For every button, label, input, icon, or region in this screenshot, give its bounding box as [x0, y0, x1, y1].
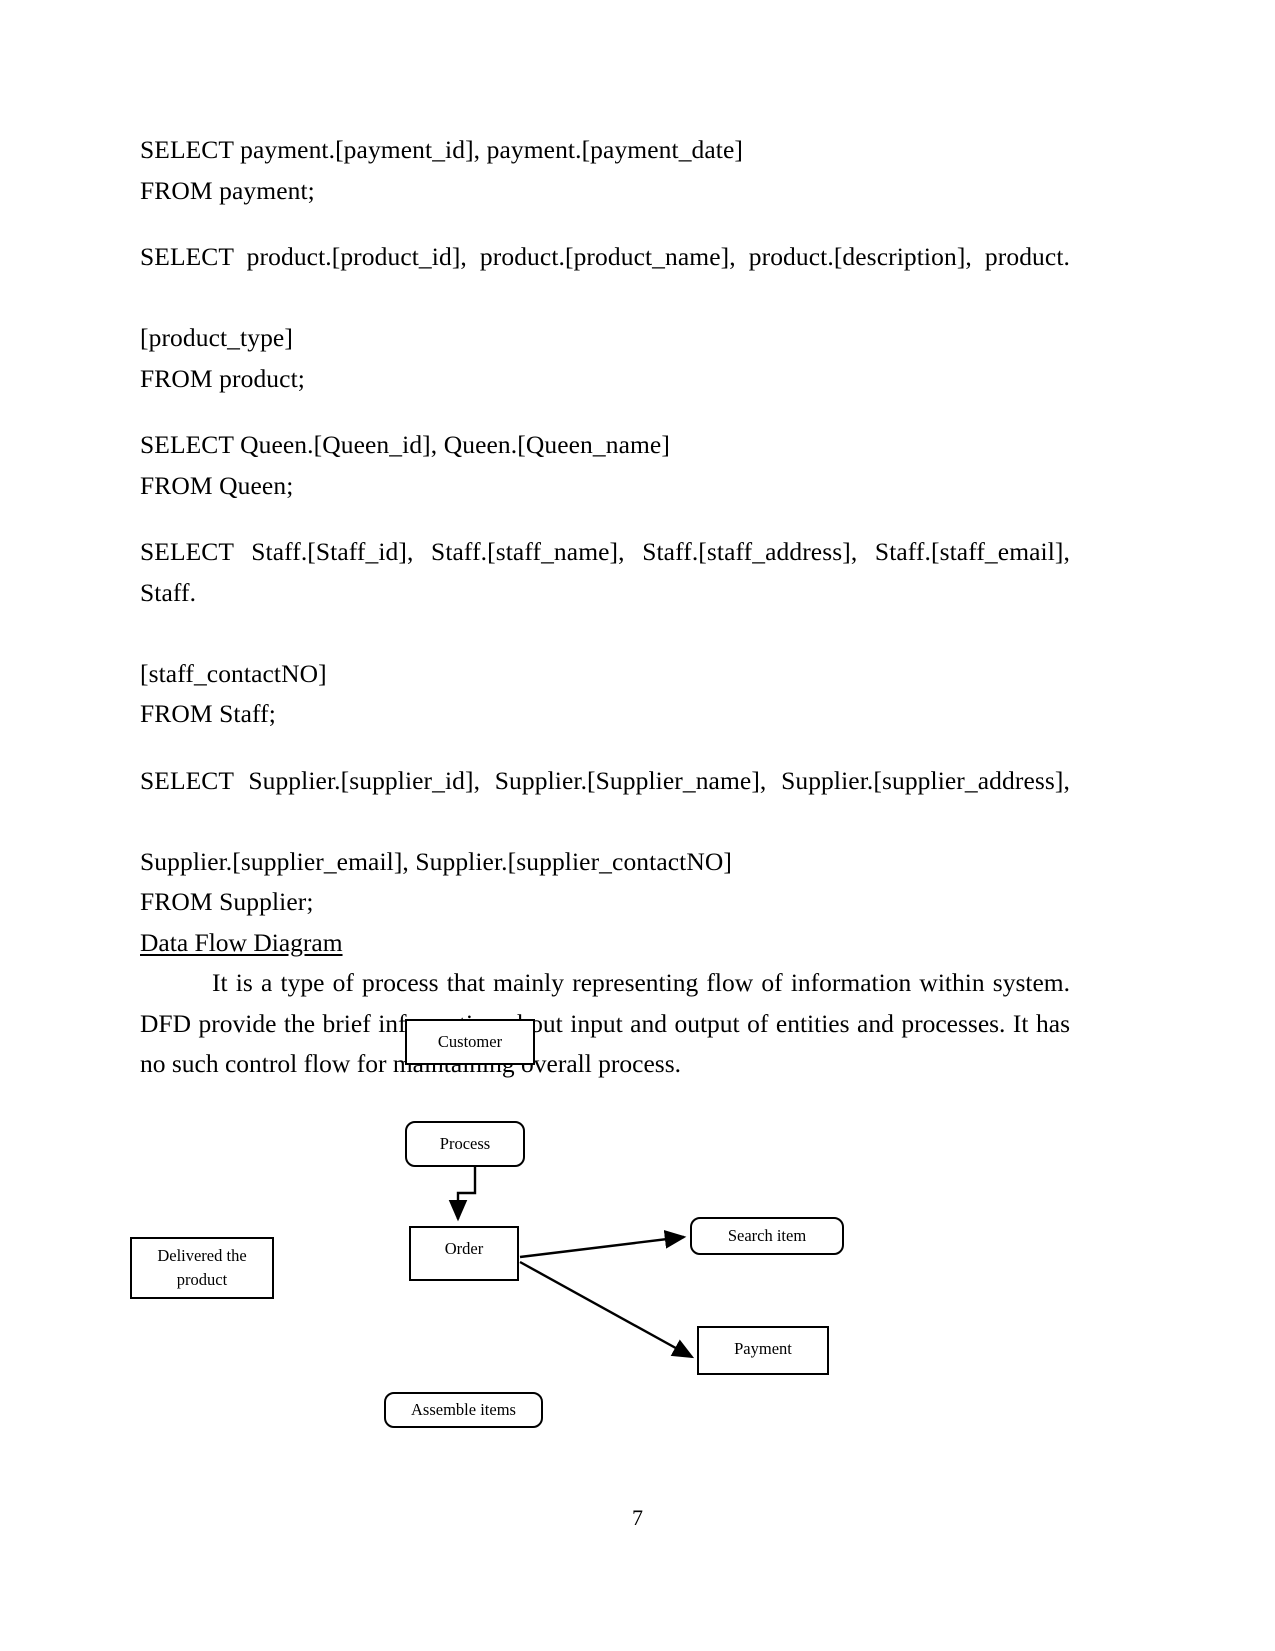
- sql-select-continuation: Supplier.[supplier_email], Supplier.[sup…: [140, 846, 732, 876]
- sql-select-continuation: [staff_contactNO]: [140, 658, 327, 688]
- diagram-node-search-item[interactable]: Search item: [690, 1217, 844, 1255]
- section-heading-data-flow-diagram: Data Flow Diagram: [140, 927, 343, 957]
- edge-order-to-payment: [519, 1260, 695, 1359]
- sql-select-continuation: [product_type]: [140, 323, 293, 352]
- edge-order-to-search-item: [519, 1230, 687, 1259]
- sql-from-line: FROM Queen;: [140, 470, 294, 500]
- sql-select-line: SELECT payment.[payment_id], payment.[pa…: [140, 135, 744, 164]
- diagram-node-label: Customer: [437, 1032, 503, 1051]
- sql-statement-payment: SELECT payment.[payment_id], payment.[pa…: [140, 130, 1070, 211]
- diagram-node-delivered-the-product[interactable]: Delivered the product: [130, 1237, 274, 1299]
- sql-statement-supplier: SELECT Supplier.[supplier_id], Supplier.…: [140, 761, 1070, 923]
- sql-from-line: FROM product;: [140, 363, 305, 393]
- section-paragraph: It is a type of process that mainly repr…: [140, 968, 1070, 1078]
- sql-statement-staff: SELECT Staff.[Staff_id], Staff.[staff_na…: [140, 532, 1070, 735]
- diagram-node-assemble-items[interactable]: Assemble items: [384, 1392, 543, 1428]
- sql-from-line: FROM Supplier;: [140, 887, 314, 916]
- diagram-node-label: Process: [439, 1134, 491, 1153]
- diagram-node-order[interactable]: Order: [409, 1226, 519, 1281]
- diagram-node-payment[interactable]: Payment: [697, 1326, 829, 1375]
- diagram-node-process[interactable]: Process: [405, 1121, 525, 1167]
- diagram-node-label: Assemble items: [411, 1400, 516, 1419]
- diagram-node-label: Search item: [727, 1226, 807, 1245]
- sql-statement-queen: SELECT Queen.[Queen_id], Queen.[Queen_na…: [140, 425, 1070, 506]
- page-number: 7: [632, 1505, 643, 1530]
- document-body: SELECT payment.[payment_id], payment.[pa…: [140, 130, 1070, 1085]
- diagram-node-label: Delivered the product: [157, 1246, 247, 1289]
- sql-select-line: SELECT product.[product_id], product.[pr…: [140, 242, 1070, 271]
- edge-process-to-order: [448, 1167, 477, 1222]
- document-page: SELECT payment.[payment_id], payment.[pa…: [0, 0, 1275, 1651]
- sql-from-line: FROM Staff;: [140, 699, 276, 728]
- sql-select-line: SELECT Staff.[Staff_id], Staff.[staff_na…: [140, 537, 1070, 607]
- diagram-node-customer[interactable]: Customer: [405, 1019, 535, 1065]
- sql-select-line: SELECT Queen.[Queen_id], Queen.[Queen_na…: [140, 430, 670, 459]
- sql-statement-product: SELECT product.[product_id], product.[pr…: [140, 237, 1070, 399]
- sql-from-line: FROM payment;: [140, 175, 315, 205]
- diagram-node-label: Payment: [734, 1339, 792, 1358]
- diagram-node-label: Order: [444, 1239, 484, 1258]
- sql-select-line: SELECT Supplier.[supplier_id], Supplier.…: [140, 765, 1070, 795]
